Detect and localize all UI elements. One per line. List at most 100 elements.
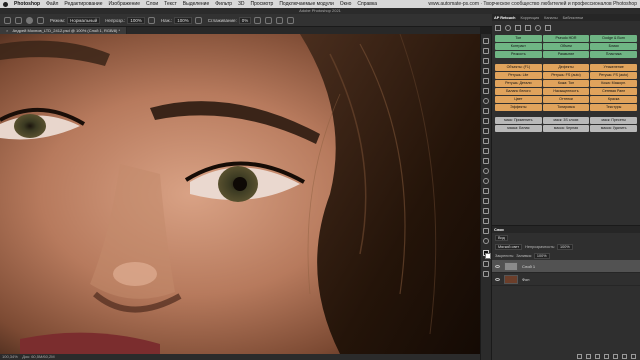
app-menu[interactable]: Photoshop: [14, 1, 40, 7]
ap-button[interactable]: Pseudo HDR: [542, 35, 590, 42]
visibility-eye-icon[interactable]: [495, 277, 500, 281]
tab-ap-retouch[interactable]: AP Retouch: [494, 16, 515, 20]
crop-tool-icon[interactable]: [483, 78, 489, 84]
ap-button[interactable]: Баланс белого: [495, 88, 542, 95]
ap-button[interactable]: Тонировка: [542, 104, 590, 111]
trash-icon[interactable]: [631, 353, 636, 359]
layer-opacity-field[interactable]: 100%: [557, 243, 573, 250]
menu-view[interactable]: Просмотр: [250, 1, 273, 7]
menu-help[interactable]: Справка: [357, 1, 377, 7]
ap-button[interactable]: маск: Применить: [495, 117, 542, 124]
smoothing-settings-icon[interactable]: [254, 16, 262, 24]
zoom-tool-icon[interactable]: [483, 238, 489, 244]
ap-button[interactable]: маска: Белая: [495, 125, 542, 132]
screen-mode-icon[interactable]: [483, 271, 489, 277]
ap-button[interactable]: Текстуры: [590, 104, 637, 111]
menu-window[interactable]: Окно: [340, 1, 352, 7]
ap-button[interactable]: Резкость: [495, 51, 542, 58]
menu-file[interactable]: Файл: [46, 1, 58, 7]
symmetry-icon[interactable]: [287, 16, 295, 24]
menu-3d[interactable]: 3D: [238, 1, 244, 7]
pressure-opacity-icon[interactable]: [147, 16, 155, 24]
ap-button[interactable]: маска: Черная: [542, 125, 590, 132]
flow-field[interactable]: 100%: [174, 16, 192, 24]
history-brush-tool-icon[interactable]: [483, 138, 489, 144]
settings-icon[interactable]: [495, 25, 501, 31]
tab-adjustments[interactable]: Коррекция: [520, 16, 539, 20]
brush-settings-icon[interactable]: [37, 16, 44, 24]
ap-button[interactable]: маска: Удалить: [590, 125, 637, 132]
shape-tool-icon[interactable]: [483, 218, 489, 224]
folder-icon[interactable]: [613, 353, 618, 359]
menu-filter[interactable]: Фильтр: [215, 1, 232, 7]
clone-stamp-tool-icon[interactable]: [483, 128, 489, 134]
apple-icon[interactable]: [3, 1, 8, 7]
frame-tool-icon[interactable]: [483, 88, 489, 94]
pressure-size-icon[interactable]: [276, 16, 284, 24]
info-icon[interactable]: [535, 25, 541, 31]
ap-button[interactable]: Эффекты: [495, 104, 542, 111]
home-icon[interactable]: [4, 16, 11, 24]
document-canvas[interactable]: [0, 34, 480, 354]
close-tab-icon[interactable]: ×: [6, 28, 8, 33]
ap-button[interactable]: Насыщенность: [542, 88, 590, 95]
ap-button[interactable]: Дефекты: [542, 64, 590, 71]
background-color-swatch[interactable]: [485, 253, 491, 259]
ap-button[interactable]: Ретушь: FS (auto): [542, 72, 590, 79]
link-icon[interactable]: [577, 353, 582, 359]
ap-button[interactable]: Объекты: (F1): [495, 64, 542, 71]
type-tool-icon[interactable]: [483, 198, 489, 204]
menu-layers[interactable]: Слои: [146, 1, 158, 7]
ap-button[interactable]: Размытие: [542, 51, 590, 58]
brush-tool-icon[interactable]: [483, 118, 489, 124]
eyedropper-tool-icon[interactable]: [483, 98, 489, 104]
healing-tool-icon[interactable]: [483, 108, 489, 114]
blend-mode-select[interactable]: Мягкий свет: [495, 243, 523, 250]
zoom-readout[interactable]: 100,34%: [2, 354, 18, 359]
menu-type[interactable]: Текст: [164, 1, 177, 7]
mode-select[interactable]: Нормальный: [67, 16, 101, 24]
menu-icon[interactable]: [545, 25, 551, 31]
ap-button[interactable]: Краска: [590, 96, 637, 103]
layer-filter-select[interactable]: Вид: [495, 234, 508, 241]
ap-button[interactable]: Блики: [590, 43, 637, 50]
path-select-tool-icon[interactable]: [483, 208, 489, 214]
ap-button[interactable]: Ретушь: Lite: [495, 72, 542, 79]
tab-libraries[interactable]: Библиотеки: [563, 16, 584, 20]
tab-channels[interactable]: Каналы: [544, 16, 557, 20]
move-tool-icon[interactable]: [483, 38, 489, 44]
menu-select[interactable]: Выделение: [183, 1, 210, 7]
quick-mask-icon[interactable]: [483, 261, 489, 267]
fill-field[interactable]: 100%: [533, 252, 550, 259]
opacity-field[interactable]: 100%: [127, 16, 145, 24]
angle-icon[interactable]: [265, 16, 273, 24]
fx-icon[interactable]: [586, 353, 591, 359]
brush-tool-icon[interactable]: [15, 16, 22, 24]
ap-button[interactable]: маск: Пресеты: [590, 117, 637, 124]
tab-layers[interactable]: Слои: [494, 228, 504, 232]
blur-tool-icon[interactable]: [483, 168, 489, 174]
pen-tool-icon[interactable]: [483, 188, 489, 194]
menu-image[interactable]: Изображение: [109, 1, 141, 7]
new-layer-icon[interactable]: [622, 353, 627, 359]
lasso-tool-icon[interactable]: [483, 58, 489, 64]
ap-button[interactable]: маск: 3S слоях: [542, 117, 590, 124]
adjustment-icon[interactable]: [604, 353, 609, 359]
ap-button[interactable]: Тон: [495, 35, 542, 42]
ap-button[interactable]: Утяжеление: [590, 64, 637, 71]
dodge-tool-icon[interactable]: [483, 178, 489, 184]
smoothing-field[interactable]: 0%: [238, 16, 252, 24]
menu-edit[interactable]: Редактирование: [64, 1, 102, 7]
eraser-tool-icon[interactable]: [483, 148, 489, 154]
mask-icon[interactable]: [595, 353, 600, 359]
layer-row[interactable]: Слой 1: [492, 260, 640, 273]
brush-size-icon[interactable]: [26, 16, 33, 24]
ap-button[interactable]: Пластика: [590, 51, 637, 58]
marquee-tool-icon[interactable]: [483, 48, 489, 54]
undo-icon[interactable]: [505, 25, 511, 31]
ap-button[interactable]: Кожа: Тон: [542, 80, 590, 87]
layers-icon[interactable]: [525, 25, 531, 31]
grid-icon[interactable]: [515, 25, 521, 31]
visibility-eye-icon[interactable]: [495, 264, 500, 268]
ap-button[interactable]: Ретушь: FS (auto): [590, 72, 637, 79]
